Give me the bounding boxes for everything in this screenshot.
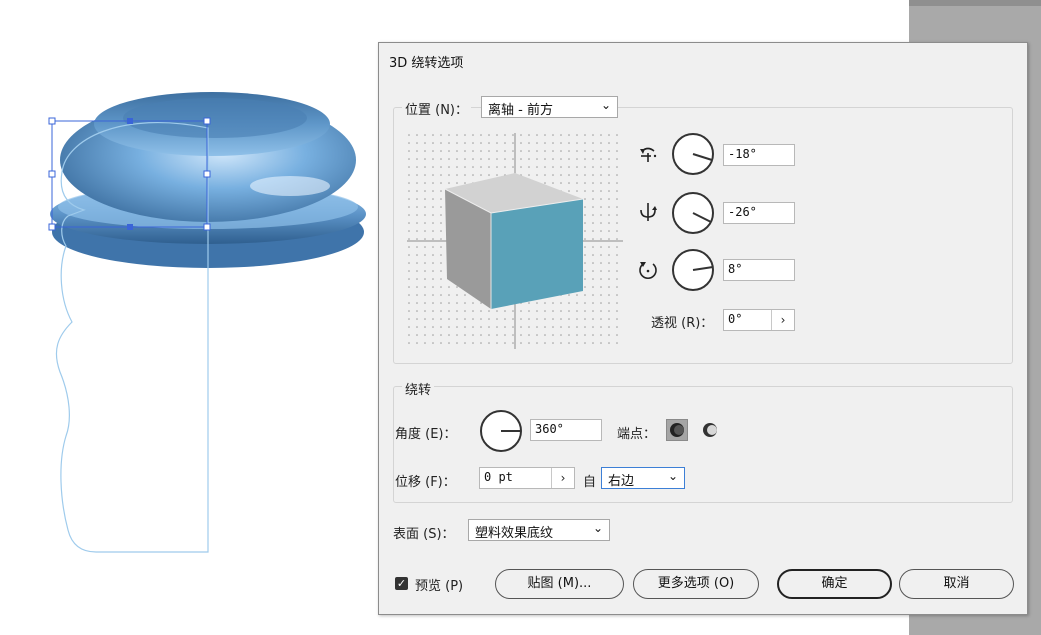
angle-label: 角度 (E)：: [395, 427, 457, 442]
from-select-value: 右边: [608, 474, 635, 489]
cap-on-button[interactable]: [666, 419, 688, 441]
chevron-right-icon[interactable]: ›: [771, 310, 794, 330]
cap-label: 端点：: [617, 427, 657, 442]
angle-field[interactable]: 360°: [530, 419, 602, 441]
perspective-label: 透视 (R)：: [651, 316, 714, 331]
position-label: 位置 (N)：: [402, 99, 472, 118]
offset-value: 0 pt: [484, 470, 513, 484]
track-cube-widget[interactable]: [407, 133, 623, 349]
preview-checkbox[interactable]: ✓: [395, 577, 408, 590]
rotate-z-axis-icon: [639, 262, 657, 279]
artboard-canvas[interactable]: [0, 0, 380, 635]
rotate-x-axis-icon: [640, 147, 657, 162]
y-rotation-field[interactable]: -26°: [723, 202, 795, 224]
position-select-value: 离轴 - 前方: [488, 103, 553, 118]
chevron-right-icon[interactable]: ›: [551, 468, 574, 488]
more-options-button[interactable]: 更多选项 (O): [633, 569, 759, 599]
offset-stepper[interactable]: 0 pt ›: [479, 467, 575, 489]
perspective-value: 0°: [728, 312, 743, 326]
from-label: 自: [583, 475, 597, 490]
checkmark-icon: ✓: [396, 577, 407, 590]
z-rotation-field[interactable]: 8°: [723, 259, 795, 281]
x-rotation-dial[interactable]: [671, 132, 715, 176]
cap-off-icon: [703, 423, 717, 437]
track-cube[interactable]: [444, 173, 584, 309]
dialog-title: 3D 绕转选项: [389, 56, 464, 71]
rotate-y-axis-icon: [640, 203, 657, 221]
surface-select-value: 塑料效果底纹: [475, 526, 554, 541]
revolve-options-dialog[interactable]: 3D 绕转选项 位置 (N)： 离轴 - 前方 ⌄ -18° -26° 8° 透…: [378, 42, 1028, 615]
cap-off-button[interactable]: [699, 419, 721, 441]
chevron-down-icon: ⌄: [667, 469, 678, 483]
preview-label[interactable]: 预览 (P): [415, 575, 463, 594]
offset-label: 位移 (F)：: [395, 475, 456, 490]
angle-dial-icon[interactable]: [479, 409, 523, 453]
chevron-down-icon: ⌄: [592, 521, 603, 535]
from-select[interactable]: 右边 ⌄: [601, 467, 685, 489]
z-rotation-dial[interactable]: [671, 248, 715, 292]
cancel-button[interactable]: 取消: [899, 569, 1014, 599]
x-rotation-field[interactable]: -18°: [723, 144, 795, 166]
revolve-legend: 绕转: [402, 379, 435, 398]
surface-select[interactable]: 塑料效果底纹 ⌄: [468, 519, 610, 541]
chevron-down-icon: ⌄: [600, 98, 611, 112]
y-rotation-dial[interactable]: [671, 191, 715, 235]
surface-label: 表面 (S)：: [393, 527, 455, 542]
map-art-button[interactable]: 贴图 (M)...: [495, 569, 624, 599]
perspective-stepper[interactable]: 0° ›: [723, 309, 795, 331]
cap-on-icon: [670, 423, 684, 437]
pasteboard-edge: [909, 0, 1041, 6]
position-select[interactable]: 离轴 - 前方 ⌄: [481, 96, 618, 118]
ok-button[interactable]: 确定: [777, 569, 892, 599]
